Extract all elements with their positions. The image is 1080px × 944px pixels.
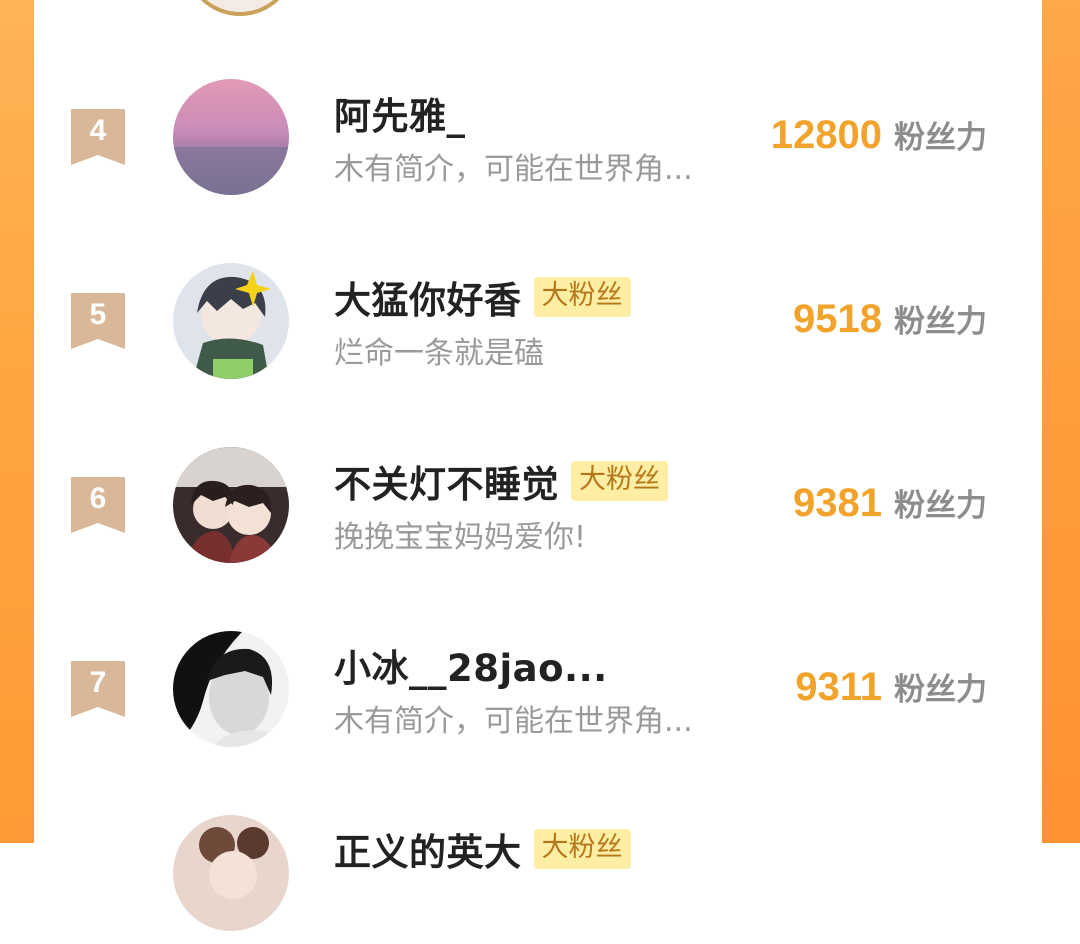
rank-badge: 7 [71, 661, 125, 717]
leaderboard-row[interactable]: 正义的英大 大粉丝 [34, 814, 1042, 944]
score-unit: 粉丝力 [894, 120, 987, 156]
score-value: 9311 [795, 665, 882, 709]
avatar-partial-top [184, 0, 296, 16]
score-unit: 粉丝力 [894, 672, 987, 708]
big-fan-badge: 大粉丝 [533, 277, 631, 317]
rank-badge: 4 [71, 109, 125, 165]
score-unit: 粉丝力 [894, 304, 987, 340]
page-frame-right [1042, 0, 1080, 843]
score-value: 9381 [793, 481, 882, 525]
score-value: 9518 [793, 297, 882, 341]
leaderboard-row[interactable]: 5 大猛你好香 大粉丝 烂命一条就是磕 9518 粉丝力 [34, 262, 1042, 392]
avatar[interactable] [173, 447, 289, 563]
user-name[interactable]: 大猛你好香 [334, 270, 522, 324]
big-fan-badge: 大粉丝 [533, 829, 631, 869]
leaderboard-row[interactable]: 4 阿先雅_ 木有简介，可能在世界角... 12800 粉丝力 [34, 78, 1042, 208]
user-bio: 木有简介，可能在世界角... [334, 704, 693, 739]
fan-power-score: 12800 粉丝力 [771, 112, 987, 158]
avatar[interactable] [173, 815, 289, 931]
fan-power-score: 9381 粉丝力 [793, 480, 987, 526]
fan-power-score: 9311 粉丝力 [795, 664, 987, 710]
fan-power-score: 9518 粉丝力 [793, 296, 987, 342]
user-bio: 烂命一条就是磕 [334, 336, 544, 371]
avatar[interactable] [173, 79, 289, 195]
rank-number: 4 [89, 114, 107, 147]
user-name[interactable]: 小冰__28jao... [334, 638, 608, 692]
user-bio: 挽挽宝宝妈妈爱你! [334, 520, 587, 555]
big-fan-badge: 大粉丝 [571, 461, 668, 501]
user-bio: 木有简介，可能在世界角... [334, 152, 693, 187]
rank-number: 7 [89, 666, 107, 699]
rank-number: 5 [89, 298, 107, 331]
score-unit: 粉丝力 [894, 488, 987, 524]
leaderboard-panel: 4 阿先雅_ 木有简介，可能在世界角... 12800 粉丝力 5 大猛你好香 … [34, 0, 1042, 931]
score-value: 12800 [770, 113, 882, 157]
avatar[interactable] [173, 631, 289, 747]
leaderboard-row[interactable]: 7 小冰__28jao... 木有简介，可能在世界角... 9311 粉丝力 [34, 630, 1042, 760]
user-name[interactable]: 不关灯不睡觉 [334, 454, 559, 508]
page-frame-left [0, 0, 34, 843]
rank-badge: 6 [71, 477, 125, 533]
leaderboard-row[interactable]: 6 不关灯不睡觉 大粉丝 挽挽宝宝妈妈爱你! 9381 粉丝力 [34, 446, 1042, 576]
user-name[interactable]: 阿先雅_ [334, 86, 466, 140]
user-name[interactable]: 正义的英大 [334, 822, 522, 876]
rank-badge: 5 [71, 293, 125, 349]
rank-number: 6 [89, 482, 107, 515]
avatar[interactable] [173, 263, 289, 379]
